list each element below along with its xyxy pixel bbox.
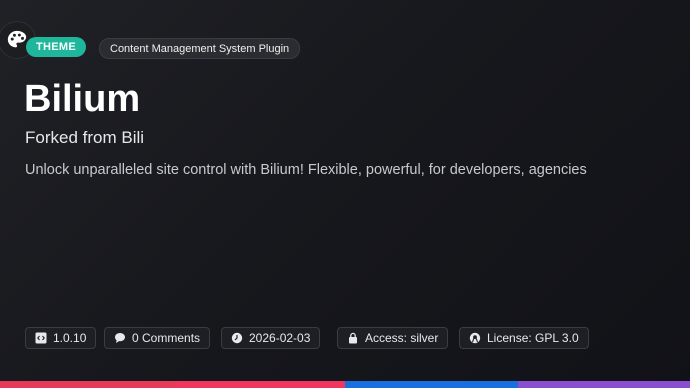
bar-segment (0, 381, 173, 388)
lock-icon (347, 332, 359, 344)
license-icon (469, 332, 481, 344)
clock-icon (231, 332, 243, 344)
access-text: Access: silver (365, 331, 439, 345)
license-chip: License: GPL 3.0 (459, 327, 589, 349)
comments-chip[interactable]: 0 Comments (104, 327, 211, 349)
bar-segment (172, 381, 345, 388)
date-text: 2026-02-03 (249, 331, 311, 345)
bottom-color-bar (0, 381, 690, 388)
license-text: License: GPL 3.0 (487, 331, 579, 345)
subtitle: Forked from Bili (25, 128, 145, 147)
date-chip: 2026-02-03 (221, 327, 321, 349)
page-title: Bilium (24, 78, 141, 120)
version-chip: 1.0.10 (25, 327, 97, 349)
description: Unlock unparalleled site control with Bi… (25, 162, 587, 178)
comment-icon (114, 332, 126, 344)
code-file-icon (35, 332, 47, 344)
bar-segment (517, 381, 690, 388)
theme-badge[interactable]: THEME (26, 37, 86, 57)
category-badge[interactable]: Content Management System Plugin (99, 38, 301, 59)
version-text: 1.0.10 (53, 331, 87, 345)
access-chip: Access: silver (337, 327, 449, 349)
comments-text: 0 Comments (132, 331, 201, 345)
bar-segment (345, 381, 518, 388)
